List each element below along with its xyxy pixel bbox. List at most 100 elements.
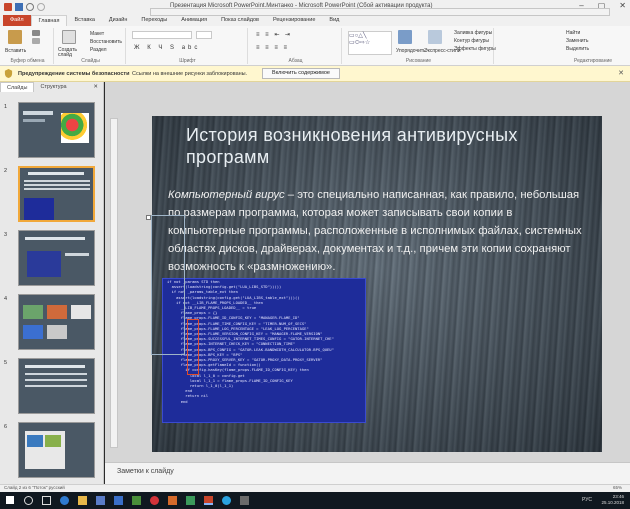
slide-body-text[interactable]: Компьютерный вирус – это специально напи…: [168, 186, 593, 276]
group-label-slides: Слайды: [81, 58, 100, 64]
replace-button[interactable]: Заменить: [566, 38, 588, 44]
powerpoint-taskbar-icon[interactable]: [204, 496, 213, 505]
status-bar: Слайд 2 из 6 "Поток" русский 65%: [0, 484, 630, 492]
close-icon[interactable]: ✕: [87, 82, 104, 92]
shape-outline-button[interactable]: Контур фигуры: [454, 38, 489, 44]
search-icon[interactable]: [24, 496, 33, 505]
vertical-ruler: [110, 118, 118, 448]
app-icon[interactable]: [132, 496, 141, 505]
code-screenshot-image[interactable]: if not _params STD then assert(loadstrin…: [162, 278, 366, 423]
slide-number: 3: [4, 232, 8, 238]
new-slide-icon[interactable]: [62, 30, 76, 44]
paragraph-list-icons[interactable]: ≡ ≡ ⇤ ⇥: [256, 31, 292, 38]
shape-effects-button[interactable]: Эффекты фигуры: [454, 46, 496, 52]
paste-button[interactable]: Вставить: [5, 48, 26, 54]
create-slide-button[interactable]: Создать слайд: [58, 48, 82, 58]
clock-date: 25.10.2018: [601, 500, 624, 505]
close-icon[interactable]: ✕: [618, 69, 624, 77]
body-text: – это специально написанная, как правило…: [168, 189, 582, 273]
tab-file[interactable]: Файл: [3, 15, 31, 26]
resize-handle[interactable]: [146, 215, 151, 220]
font-format-buttons[interactable]: Ж К Ч S abc: [134, 45, 200, 51]
selection-outline: [151, 215, 185, 355]
group-label-drawing: Рисование: [405, 58, 432, 64]
tab-view[interactable]: Вид: [322, 15, 346, 26]
copy-icon[interactable]: [32, 38, 40, 44]
opera-icon[interactable]: [150, 496, 159, 505]
shapes-gallery[interactable]: ▭○△╲ ▭⬭⇨☆: [348, 31, 392, 55]
save-icon[interactable]: [15, 3, 23, 11]
app-icon[interactable]: [168, 496, 177, 505]
store-icon[interactable]: [96, 496, 105, 505]
task-view-icon[interactable]: [42, 496, 51, 505]
slide-thumbnail-5[interactable]: [18, 358, 95, 414]
language-indicator[interactable]: РУС: [582, 497, 592, 503]
font-size-box[interactable]: [196, 31, 212, 39]
code-line: end: [167, 398, 188, 404]
enable-content-button[interactable]: Включить содержимое: [262, 68, 340, 79]
group-label-editing: Редактирование: [573, 58, 613, 64]
tab-home[interactable]: Главная: [30, 15, 68, 26]
windows-start-icon[interactable]: [6, 496, 14, 504]
app-icon[interactable]: [186, 496, 195, 505]
paragraph-align-icons[interactable]: ≡ ≡ ≡ ≡: [256, 45, 289, 51]
slides-panel: Слайды Структура ✕ 1 2 3 4 5 6: [0, 82, 104, 484]
font-name-box[interactable]: [132, 31, 192, 39]
file-explorer-icon[interactable]: [78, 496, 87, 505]
group-label-font: Шрифт: [179, 58, 196, 64]
tab-slideshow[interactable]: Показ слайдов: [214, 15, 266, 26]
notes-placeholder: Заметки к слайду: [117, 468, 174, 475]
tab-review[interactable]: Рецензирование: [266, 15, 322, 26]
tab-animation[interactable]: Анимация: [174, 15, 214, 26]
reset-button[interactable]: Восстановить: [90, 39, 122, 45]
tab-transitions[interactable]: Переходы: [134, 15, 174, 26]
close-button[interactable]: ✕: [619, 1, 626, 10]
group-drawing: ▭○△╲ ▭⬭⇨☆ Упорядочить Экспресс-стили Зали…: [344, 28, 496, 64]
cut-icon[interactable]: [32, 30, 40, 36]
slide-thumbnail-6[interactable]: [18, 422, 95, 478]
shield-icon: [4, 69, 13, 78]
slide-title[interactable]: История возникновения антивирусных прогр…: [186, 124, 586, 168]
group-paragraph: ≡ ≡ ⇤ ⇥ ≡ ≡ ≡ ≡ Абзац: [250, 28, 342, 64]
skype-icon[interactable]: [222, 496, 231, 505]
notes-pane[interactable]: Заметки к слайду: [105, 462, 630, 484]
mail-icon[interactable]: [114, 496, 123, 505]
tab-slides[interactable]: Слайды: [0, 82, 35, 92]
app-icon[interactable]: [240, 496, 249, 505]
security-warning-title: Предупреждение системы безопасности: [18, 71, 130, 77]
slide-thumbnail-1[interactable]: [18, 102, 95, 158]
section-button[interactable]: Раздел: [90, 47, 107, 53]
code-highlight-box: [187, 319, 199, 375]
slide-number: 4: [4, 296, 8, 302]
slide-thumbnail-3[interactable]: [18, 230, 95, 286]
redo-icon[interactable]: [37, 3, 45, 11]
group-clipboard: Вставить Буфер обмена: [2, 28, 54, 64]
tab-outline[interactable]: Структура: [34, 82, 72, 92]
arrange-icon[interactable]: [398, 30, 412, 44]
tab-design[interactable]: Дизайн: [102, 15, 135, 26]
group-slides: Создать слайд Макет Восстановить Раздел …: [56, 28, 126, 64]
edge-browser-icon[interactable]: [60, 496, 69, 505]
slide-thumbnail-4[interactable]: [18, 294, 95, 350]
security-warning-bar: Предупреждение системы безопасности Ссыл…: [0, 66, 630, 82]
layout-button[interactable]: Макет: [90, 31, 104, 37]
slide-number: 1: [4, 104, 8, 110]
arrange-button[interactable]: Упорядочить: [396, 48, 426, 54]
find-button[interactable]: Найти: [566, 30, 580, 36]
status-slide-info: Слайд 2 из 6 "Поток" русский: [4, 485, 65, 490]
shape-fill-button[interactable]: Заливка фигуры: [454, 30, 492, 36]
tab-insert[interactable]: Вставка: [67, 15, 101, 26]
slide-thumbnail-2[interactable]: [18, 166, 95, 222]
undo-icon[interactable]: [26, 3, 34, 11]
slide-number: 5: [4, 360, 8, 366]
slide-canvas[interactable]: История возникновения антивирусных прогр…: [152, 116, 602, 452]
group-editing: Найти Заменить Выделить Редактирование: [560, 28, 626, 64]
paste-icon[interactable]: [8, 30, 22, 44]
slide-number: 6: [4, 424, 8, 430]
group-label-paragraph: Абзац: [288, 58, 303, 64]
ribbon: Вставить Буфер обмена Создать слайд Маке…: [0, 26, 630, 66]
zoom-level[interactable]: 65%: [613, 485, 622, 490]
system-clock[interactable]: 23:46 25.10.2018: [601, 494, 624, 506]
quick-styles-icon[interactable]: [428, 30, 442, 44]
select-button[interactable]: Выделить: [566, 46, 589, 52]
